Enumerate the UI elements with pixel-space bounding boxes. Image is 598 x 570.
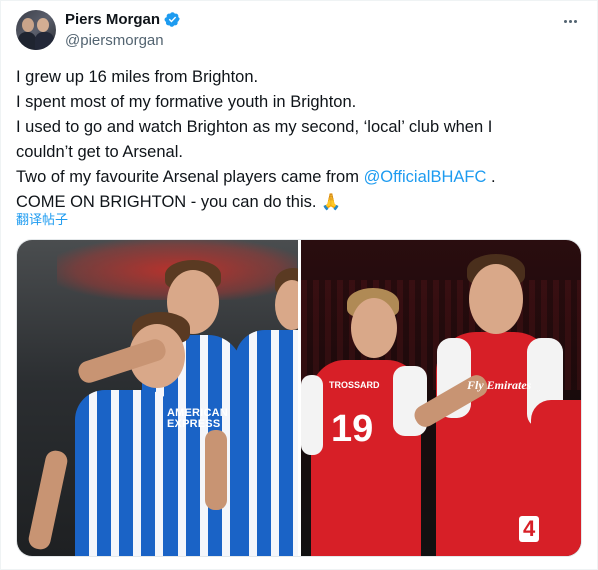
media-grid: AMERICAN EXPRESS 19 TROSSARD Fly Emirate… (16, 239, 582, 557)
verified-badge-icon (164, 12, 180, 27)
shirt-sponsor: Fly Emirates (467, 378, 532, 392)
tweet-card[interactable]: Piers Morgan @piersmorgan I grew up 16 m… (0, 0, 598, 570)
media-photo-arsenal[interactable]: 19 TROSSARD Fly Emirates 4 (301, 240, 581, 556)
tweet-line-5-end: . (486, 168, 496, 186)
tweet-line-1: I grew up 16 miles from Brighton. (16, 68, 259, 86)
tweet-line-5: Two of my favourite Arsenal players came… (16, 165, 586, 190)
author-handle[interactable]: @piersmorgan (65, 32, 164, 49)
sponsor-line-2: EXPRESS (167, 418, 221, 430)
praying-hands-icon: 🙏 (321, 194, 341, 211)
media-photo-brighton[interactable]: AMERICAN EXPRESS (17, 240, 298, 556)
shirt-number-left: 19 (331, 408, 374, 450)
shirt-name-left: TROSSARD (329, 380, 380, 390)
translate-post-link[interactable]: 翻译帖子 (16, 209, 68, 228)
tweet-line-6: COME ON BRIGHTON - you can do this. 🙏 (16, 190, 586, 215)
shirt-number-right: 4 (519, 516, 540, 542)
author-display-name[interactable]: Piers Morgan (65, 11, 160, 28)
tweet-text: I grew up 16 miles from Brighton. I spen… (16, 65, 586, 215)
author-avatar[interactable] (16, 10, 56, 50)
tweet-line-5-text: Two of my favourite Arsenal players came… (16, 168, 364, 186)
sponsor-text: AMERICAN EXPRESS (167, 408, 228, 430)
tweet-line-3: I used to go and watch Brighton as my se… (16, 118, 493, 136)
mention-link[interactable]: @OfficialBHAFC (364, 168, 487, 186)
author-name-row[interactable]: Piers Morgan (65, 10, 181, 29)
tweet-line-2: I spent most of my formative youth in Br… (16, 93, 357, 111)
tweet-line-4: couldn’t get to Arsenal. (16, 143, 183, 161)
more-options-icon[interactable] (558, 11, 582, 31)
